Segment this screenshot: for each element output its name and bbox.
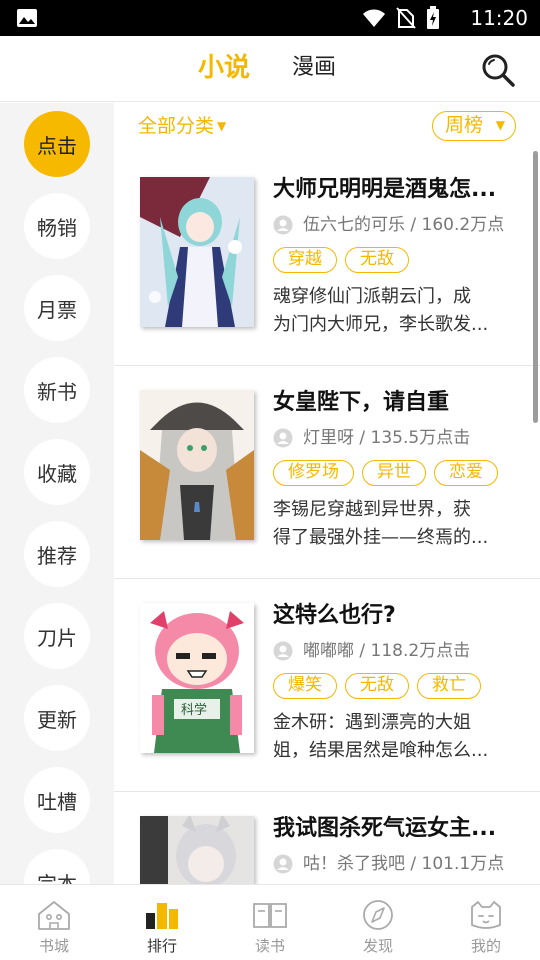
- nav-item-mine[interactable]: 我的: [432, 885, 540, 960]
- book-meta: 伍六七的可乐 / 160.2万点: [273, 213, 504, 237]
- sidebar-item-blade[interactable]: 刀片: [24, 603, 90, 669]
- status-time: 11:20: [470, 6, 528, 30]
- book-icon: [253, 903, 287, 928]
- nav-item-reading[interactable]: 读书: [216, 885, 324, 960]
- author-name: 伍六七的可乐: [303, 215, 405, 235]
- book-tags: 穿越 无敌: [273, 247, 409, 273]
- nav-label: 排行: [146, 937, 177, 955]
- nav-label: 发现: [362, 937, 393, 955]
- description-line: 李锡尼穿越到异世界，获: [273, 499, 471, 520]
- book-title[interactable]: 大师兄明明是酒鬼怎...: [273, 175, 513, 205]
- gallery-icon: [17, 9, 37, 27]
- tab-comic[interactable]: 漫画: [292, 50, 336, 86]
- sidebar-item-recommend[interactable]: 推荐: [24, 521, 90, 587]
- house-icon: [38, 901, 70, 930]
- book-item[interactable]: 科学 这特么也行? 嘟嘟嘟 / 118.2万点击 爆笑 无敌 救亡 金木研：遇到…: [114, 579, 540, 792]
- nav-item-discover[interactable]: 发现: [324, 885, 432, 960]
- description-line: 姐，结果居然是喰种怎么...: [273, 740, 489, 761]
- nav-label: 读书: [254, 937, 285, 955]
- book-tag[interactable]: 穿越: [273, 247, 337, 273]
- nav-item-bookstore[interactable]: 书城: [0, 885, 108, 960]
- battery-charging-icon: [427, 6, 439, 29]
- book-description: 金木研：遇到漂亮的大姐 姐，结果居然是喰种怎么...: [273, 709, 513, 765]
- author-avatar-icon: [273, 854, 293, 874]
- top-header: 小说 漫画: [0, 36, 540, 102]
- status-bar: 11:20: [0, 0, 540, 36]
- ranking-icon: [146, 903, 178, 929]
- book-description: 李锡尼穿越到异世界，获 得了最强外挂——终焉的...: [273, 496, 513, 552]
- cover-art-image: 科学: [140, 603, 254, 753]
- book-tag[interactable]: 恋爱: [434, 460, 498, 486]
- author-avatar-icon: [273, 428, 293, 448]
- book-stats: / 135.5万点击: [359, 428, 471, 448]
- sidebar-item-new-books[interactable]: 新书: [24, 357, 90, 423]
- caret-down-icon: ▼: [495, 118, 505, 132]
- author-name: 咕！杀了我吧: [303, 854, 405, 874]
- sidebar-item-clicks[interactable]: 点击: [24, 111, 90, 177]
- author-name: 嘟嘟嘟: [303, 641, 354, 661]
- author-name: 灯里呀: [303, 428, 354, 448]
- book-tags: 爆笑 无敌 救亡: [273, 673, 481, 699]
- cover-art-image: [140, 390, 254, 540]
- description-line: 魂穿修仙门派朝云门，成: [273, 286, 471, 307]
- sidebar-item-monthly-ticket[interactable]: 月票: [24, 275, 90, 341]
- ranking-period-label: 周榜: [445, 114, 484, 136]
- cat-face-icon: [471, 901, 501, 929]
- book-cover[interactable]: [140, 177, 254, 327]
- book-tag[interactable]: 异世: [362, 460, 426, 486]
- book-title[interactable]: 我试图杀死气运女主...: [273, 814, 513, 844]
- book-meta: 嘟嘟嘟 / 118.2万点击: [273, 639, 470, 663]
- book-cover[interactable]: [140, 390, 254, 540]
- ranking-list: 全部分类 ▼ 周榜 ▼ 大师兄明明是酒鬼怎... 伍六七的可乐 / 160.2万点: [114, 103, 540, 884]
- book-cover[interactable]: [140, 816, 254, 884]
- book-tags: 修罗场 异世 恋爱: [273, 460, 498, 486]
- sidebar-item-favorites[interactable]: 收藏: [24, 439, 90, 505]
- book-cover[interactable]: 科学: [140, 603, 254, 753]
- book-tag[interactable]: 爆笑: [273, 673, 337, 699]
- nav-label: 书城: [38, 937, 69, 955]
- system-icons: [362, 6, 440, 30]
- bottom-navigation: 书城 排行 读书 发现 我的: [0, 884, 540, 960]
- book-item[interactable]: 女皇陛下，请自重 灯里呀 / 135.5万点击 修罗场 异世 恋爱 李锡尼穿越到…: [114, 366, 540, 579]
- cover-art-image: [140, 177, 254, 327]
- nav-label: 我的: [470, 937, 501, 955]
- book-meta: 咕！杀了我吧 / 101.1万点: [273, 852, 504, 876]
- book-item[interactable]: 大师兄明明是酒鬼怎... 伍六七的可乐 / 160.2万点 穿越 无敌 魂穿修仙…: [114, 153, 540, 366]
- book-item[interactable]: 我试图杀死气运女主... 咕！杀了我吧 / 101.1万点: [114, 792, 540, 884]
- sidebar-item-comments[interactable]: 吐槽: [24, 767, 90, 833]
- book-stats: / 118.2万点击: [359, 641, 471, 661]
- cover-art-image: [140, 816, 254, 884]
- author-avatar-icon: [273, 215, 293, 235]
- book-description: 魂穿修仙门派朝云门，成 为门内大师兄，李长歌发...: [273, 283, 513, 339]
- book-stats: / 160.2万点: [410, 215, 505, 235]
- category-filter-label: 全部分类: [138, 115, 215, 137]
- sidebar-item-completed[interactable]: 完本: [24, 849, 90, 884]
- book-tag[interactable]: 无敌: [345, 673, 409, 699]
- ranking-category-sidebar: 点击 畅销 月票 新书 收藏 推荐 刀片 更新 吐槽 完本: [0, 103, 114, 884]
- book-tag[interactable]: 无敌: [345, 247, 409, 273]
- wifi-icon: [363, 9, 385, 27]
- author-avatar-icon: [273, 641, 293, 661]
- description-line: 得了最强外挂——终焉的...: [273, 527, 489, 548]
- list-scrollbar[interactable]: [533, 151, 538, 423]
- sidebar-item-bestseller[interactable]: 畅销: [24, 193, 90, 259]
- sidebar-item-updates[interactable]: 更新: [24, 685, 90, 751]
- tab-novel[interactable]: 小说: [198, 50, 250, 86]
- description-line: 金木研：遇到漂亮的大姐: [273, 712, 471, 733]
- cover-art-lettering: 科学: [181, 702, 207, 718]
- ranking-period-dropdown[interactable]: 周榜 ▼: [432, 111, 516, 141]
- search-icon[interactable]: [480, 52, 516, 88]
- caret-down-icon: ▼: [217, 119, 227, 133]
- no-sim-icon: [396, 7, 416, 29]
- book-title[interactable]: 女皇陛下，请自重: [273, 388, 513, 418]
- compass-icon: [363, 900, 393, 930]
- book-stats: / 101.1万点: [410, 854, 505, 874]
- nav-item-ranking[interactable]: 排行: [108, 885, 216, 960]
- category-filter-dropdown[interactable]: 全部分类 ▼: [138, 113, 226, 139]
- book-tag[interactable]: 修罗场: [273, 460, 354, 486]
- book-title[interactable]: 这特么也行?: [273, 601, 513, 631]
- book-tag[interactable]: 救亡: [417, 673, 481, 699]
- book-meta: 灯里呀 / 135.5万点击: [273, 426, 470, 450]
- description-line: 为门内大师兄，李长歌发...: [273, 314, 489, 335]
